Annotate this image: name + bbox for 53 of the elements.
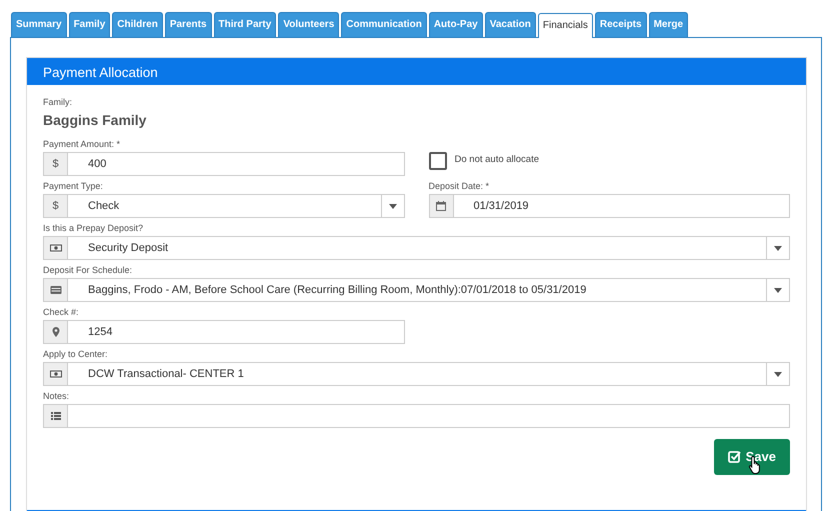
tab[interactable]: Children [112, 12, 163, 37]
checkbox[interactable] [428, 152, 446, 170]
input-field[interactable]: 1254 [43, 320, 405, 344]
select-field[interactable]: Baggins, Frodo - AM, Before School Care (Recurring Billing Room, Monthly):07/01/2018 to 05/31/2019 [43, 278, 790, 302]
select-field[interactable]: Security Deposit [43, 236, 790, 260]
tab[interactable]: Family [68, 12, 110, 37]
tab[interactable]: Third Party [214, 12, 276, 37]
field-value: 01/31/2019 [474, 198, 529, 214]
field-value: DCW Transactional- CENTER 1 [88, 366, 244, 382]
dollar-sign: $ [52, 156, 59, 172]
field-label: Notes: [43, 391, 70, 402]
map-pin-icon [50, 326, 62, 338]
calendar-icon [435, 200, 447, 212]
checkbox-icon [728, 450, 741, 464]
field-value: Baggins, Frodo - AM, Before School Care (Recurring Billing Room, Monthly):07/01/2018 to 05/31/2019 [88, 282, 586, 298]
field-value: 400 [88, 156, 106, 172]
tab[interactable]: Merge [648, 12, 688, 37]
caret-icon [774, 246, 782, 250]
select-field[interactable]: $ Check [43, 194, 404, 218]
caret-icon [388, 204, 396, 208]
field-label: Family: [43, 97, 73, 108]
input-field[interactable]: 01/31/2019 [428, 194, 790, 218]
caret-icon [774, 372, 782, 376]
tab[interactable]: Financials [538, 13, 593, 38]
field-label: Payment Type: [43, 181, 104, 192]
list-icon [50, 410, 62, 422]
field-label: Is this a Prepay Deposit? [43, 223, 144, 234]
field-label: Apply to Center: [43, 349, 109, 360]
tab[interactable]: Summary [11, 12, 67, 37]
select-field[interactable]: DCW Transactional- CENTER 1 [43, 362, 790, 386]
tab[interactable]: Auto-Pay [428, 12, 483, 37]
tab[interactable]: Communication [341, 12, 427, 37]
field-label: Deposit Date: * [428, 181, 490, 192]
field-label: Payment Amount: * [43, 139, 122, 150]
money-icon [50, 242, 62, 254]
tab[interactable]: Parents [164, 12, 212, 37]
field-label: Deposit For Schedule: [43, 265, 134, 276]
input-field[interactable]: $ 400 [43, 152, 404, 176]
tab[interactable]: Vacation [484, 12, 536, 37]
input-field[interactable] [43, 404, 790, 428]
family-name: Baggins Family [43, 111, 148, 130]
panel-title: Payment Allocation [27, 58, 806, 85]
field-label: Check #: [43, 307, 80, 318]
card-icon [50, 284, 62, 296]
field-value: 1254 [88, 324, 112, 340]
tab[interactable]: Receipts [594, 12, 647, 37]
money-icon [50, 368, 62, 380]
dollar-sign: $ [52, 198, 59, 214]
checkbox-label: Do not auto allocate [454, 153, 540, 168]
tab[interactable]: Volunteers [278, 12, 340, 37]
field-value: Security Deposit [88, 240, 168, 256]
field-value: Check [88, 198, 120, 214]
caret-icon [774, 288, 782, 292]
